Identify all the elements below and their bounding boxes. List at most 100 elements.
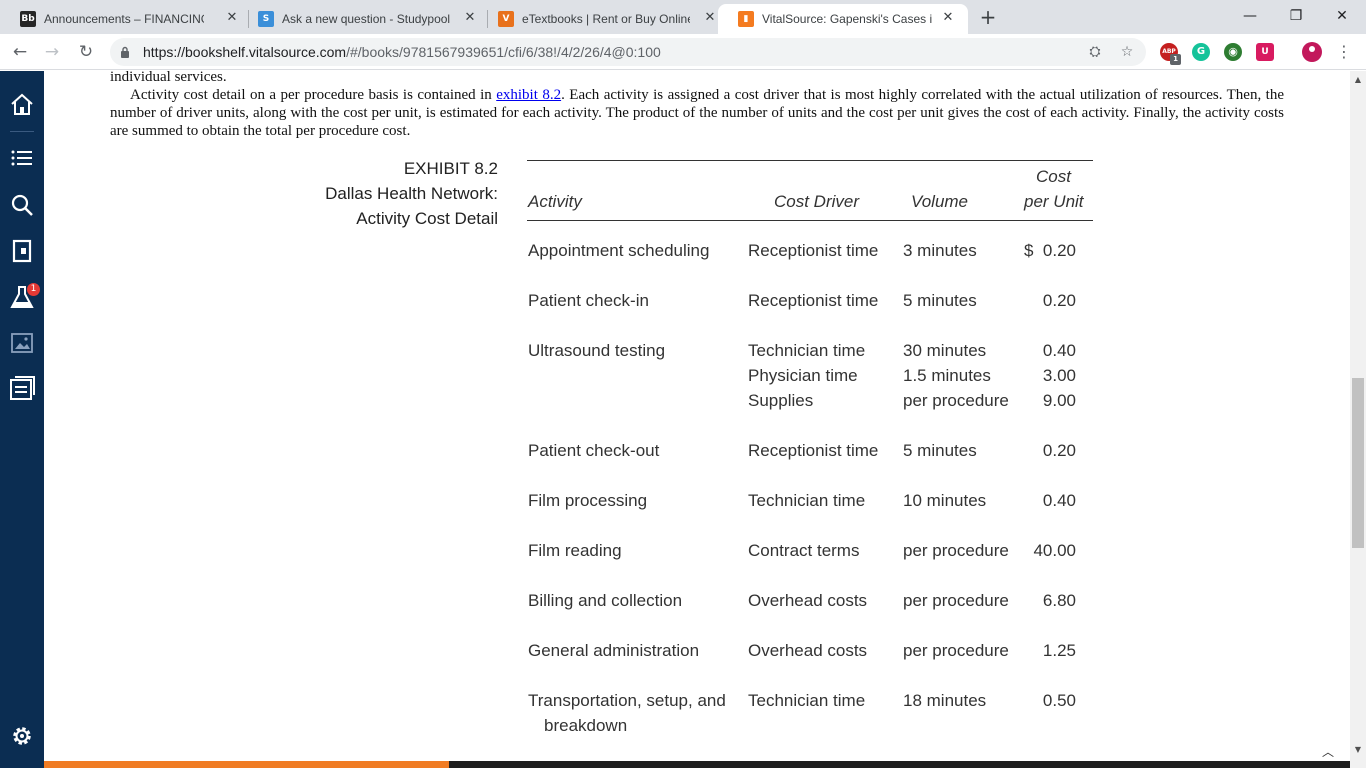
page-scrollbar[interactable]: ▲ ▼ <box>1350 71 1366 768</box>
reading-progress-fill <box>44 761 449 768</box>
cell-volume: 5 minutes <box>903 441 977 460</box>
cell-cost-driver: Overhead costs <box>748 591 868 610</box>
book-page: individual services. Activity cost detai… <box>44 71 1350 768</box>
settings-gear-icon[interactable] <box>8 722 36 750</box>
cell-cost-driver: Receptionist time <box>748 291 879 310</box>
cell-cost-per-unit: 1.25 <box>1042 641 1076 660</box>
paragraph-continuation: individual services. <box>110 71 227 85</box>
sidebar-divider <box>10 131 34 132</box>
cell-cost-driver: Supplies <box>748 391 814 410</box>
cell-cost-per-unit: 0.40 <box>1042 341 1076 360</box>
new-tab-button[interactable]: + <box>978 7 998 27</box>
cell-cost-driver: Technician time <box>748 691 866 710</box>
cell-cost-per-unit: 0.20 <box>1042 441 1076 460</box>
cell-cost-per-unit: 6.80 <box>1042 591 1076 610</box>
exhibit-title-line1: Dallas Health Network: <box>325 184 498 203</box>
cell-cost-per-unit: 40.00 <box>1033 541 1076 560</box>
cell-volume: 18 minutes <box>903 691 987 710</box>
vitalsource-favicon-icon: V <box>498 11 514 27</box>
paragraph-activity-cost: Activity cost detail on a per procedure … <box>110 86 1284 140</box>
tab-vitalsource-active[interactable]: ▮ VitalSource: Gapenski's Cases in H ✕ <box>718 4 968 34</box>
cell-activity: Patient check-in <box>528 291 649 310</box>
tab-close-icon[interactable]: ✕ <box>702 10 718 26</box>
close-window-button[interactable]: ✕ <box>1332 6 1352 26</box>
shield-extension-icon[interactable]: U <box>1256 43 1274 61</box>
tab-title: VitalSource: Gapenski's Cases in H <box>762 12 932 26</box>
header-cost-driver: Cost Driver <box>774 192 860 211</box>
tab-close-icon[interactable]: ✕ <box>940 10 956 26</box>
browser-toolbar: ← → ↻ https://bookshelf.vitalsource.com/… <box>0 34 1366 70</box>
scroll-up-arrow-icon[interactable]: ▲ <box>1350 73 1366 87</box>
grammarly-icon[interactable]: G <box>1192 43 1210 61</box>
collapse-chevron-up-icon[interactable]: ︿ <box>1314 744 1342 760</box>
cell-cost-per-unit: 0.50 <box>1042 691 1076 710</box>
cell-cost-per-unit: 9.00 <box>1042 391 1076 410</box>
cell-activity: breakdown <box>544 716 628 735</box>
back-arrow-icon[interactable]: ← <box>10 42 30 62</box>
cell-activity: Film reading <box>528 541 622 560</box>
translate-icon[interactable]: ⛭ <box>1086 43 1104 61</box>
url-host: https://bookshelf.vitalsource.com <box>143 44 347 60</box>
tab-etextbooks[interactable]: V eTextbooks | Rent or Buy Online T ✕ <box>478 4 728 34</box>
cell-cost-driver: Receptionist time <box>748 241 879 260</box>
cell-volume: 10 minutes <box>903 491 987 510</box>
cell-cost-driver: Receptionist time <box>748 441 879 460</box>
url-path: /#/books/9781567939651/cfi/6/38!/4/2/26/… <box>346 44 661 60</box>
notification-badge: 1 <box>27 283 40 296</box>
cell-activity: Appointment scheduling <box>528 241 710 260</box>
browser-menu-icon[interactable]: ⋮ <box>1336 42 1352 62</box>
flashcards-icon[interactable] <box>8 237 36 265</box>
scrollbar-thumb[interactable] <box>1352 378 1364 548</box>
table-top-rule <box>527 160 1093 161</box>
table-header-rule <box>527 220 1093 221</box>
bookmark-star-icon[interactable]: ☆ <box>1118 43 1136 61</box>
tab-studypool[interactable]: S Ask a new question - Studypool ✕ <box>238 4 488 34</box>
notebook-icon[interactable] <box>8 375 36 403</box>
minimize-button[interactable]: — <box>1240 6 1260 26</box>
globe-extension-icon[interactable]: ◉ <box>1224 43 1242 61</box>
vitalsource-book-favicon-icon: ▮ <box>738 11 754 27</box>
image-gallery-icon[interactable] <box>8 329 36 357</box>
cell-activity: Transportation, setup, and <box>528 691 726 710</box>
forward-arrow-icon[interactable]: → <box>42 42 62 62</box>
paragraph-text: Activity cost detail on a per procedure … <box>130 87 497 103</box>
tab-blackboard[interactable]: Bb Announcements – FINANCING A ✕ <box>0 4 248 34</box>
cell-cost-driver: Technician time <box>748 491 866 510</box>
reading-progress-bar <box>44 761 1350 768</box>
reader-sidebar: 1 <box>0 71 44 768</box>
cell-cost-driver: Technician time <box>748 341 866 360</box>
cell-cost-driver: Physician time <box>748 366 858 385</box>
studypool-favicon-icon: S <box>258 11 274 27</box>
header-volume: Volume <box>911 192 969 211</box>
tab-title: Ask a new question - Studypool <box>282 12 451 26</box>
scroll-down-arrow-icon[interactable]: ▼ <box>1350 743 1366 757</box>
table-of-contents-icon[interactable] <box>8 144 36 172</box>
cell-cost-per-unit: 3.00 <box>1042 366 1076 385</box>
address-bar[interactable]: https://bookshelf.vitalsource.com/#/book… <box>110 38 1146 66</box>
cell-activity: Ultrasound testing <box>528 341 666 360</box>
header-activity: Activity <box>528 192 582 211</box>
cell-cost-driver: Contract terms <box>748 541 860 560</box>
tab-title: Announcements – FINANCING A <box>44 12 204 26</box>
exhibit-number: EXHIBIT 8.2 <box>403 159 498 178</box>
cell-volume: 30 minutes <box>903 341 987 360</box>
exhibit-title-line2: Activity Cost Detail <box>356 209 498 228</box>
header-cost-line1: Cost <box>1036 167 1071 186</box>
url-text: https://bookshelf.vitalsource.com/#/book… <box>143 44 661 60</box>
abp-badge: 1 <box>1170 54 1181 65</box>
profile-avatar[interactable] <box>1302 42 1322 62</box>
cell-cost-driver: Overhead costs <box>748 641 868 660</box>
tab-close-icon[interactable]: ✕ <box>462 10 478 26</box>
tab-strip: Bb Announcements – FINANCING A ✕ S Ask a… <box>0 0 1366 34</box>
exhibit-link[interactable]: exhibit 8.2 <box>496 87 561 103</box>
home-icon[interactable] <box>8 91 36 119</box>
restore-button[interactable]: ❐ <box>1286 6 1306 26</box>
cell-cost-per-unit: 0.40 <box>1042 491 1076 510</box>
search-icon[interactable] <box>8 191 36 219</box>
lock-icon <box>121 46 129 58</box>
tab-title: eTextbooks | Rent or Buy Online T <box>522 12 690 26</box>
cell-volume: 1.5 minutes <box>903 366 991 385</box>
reload-icon[interactable]: ↻ <box>76 42 96 62</box>
cell-activity: Film processing <box>528 491 648 510</box>
blackboard-favicon-icon: Bb <box>20 11 36 27</box>
